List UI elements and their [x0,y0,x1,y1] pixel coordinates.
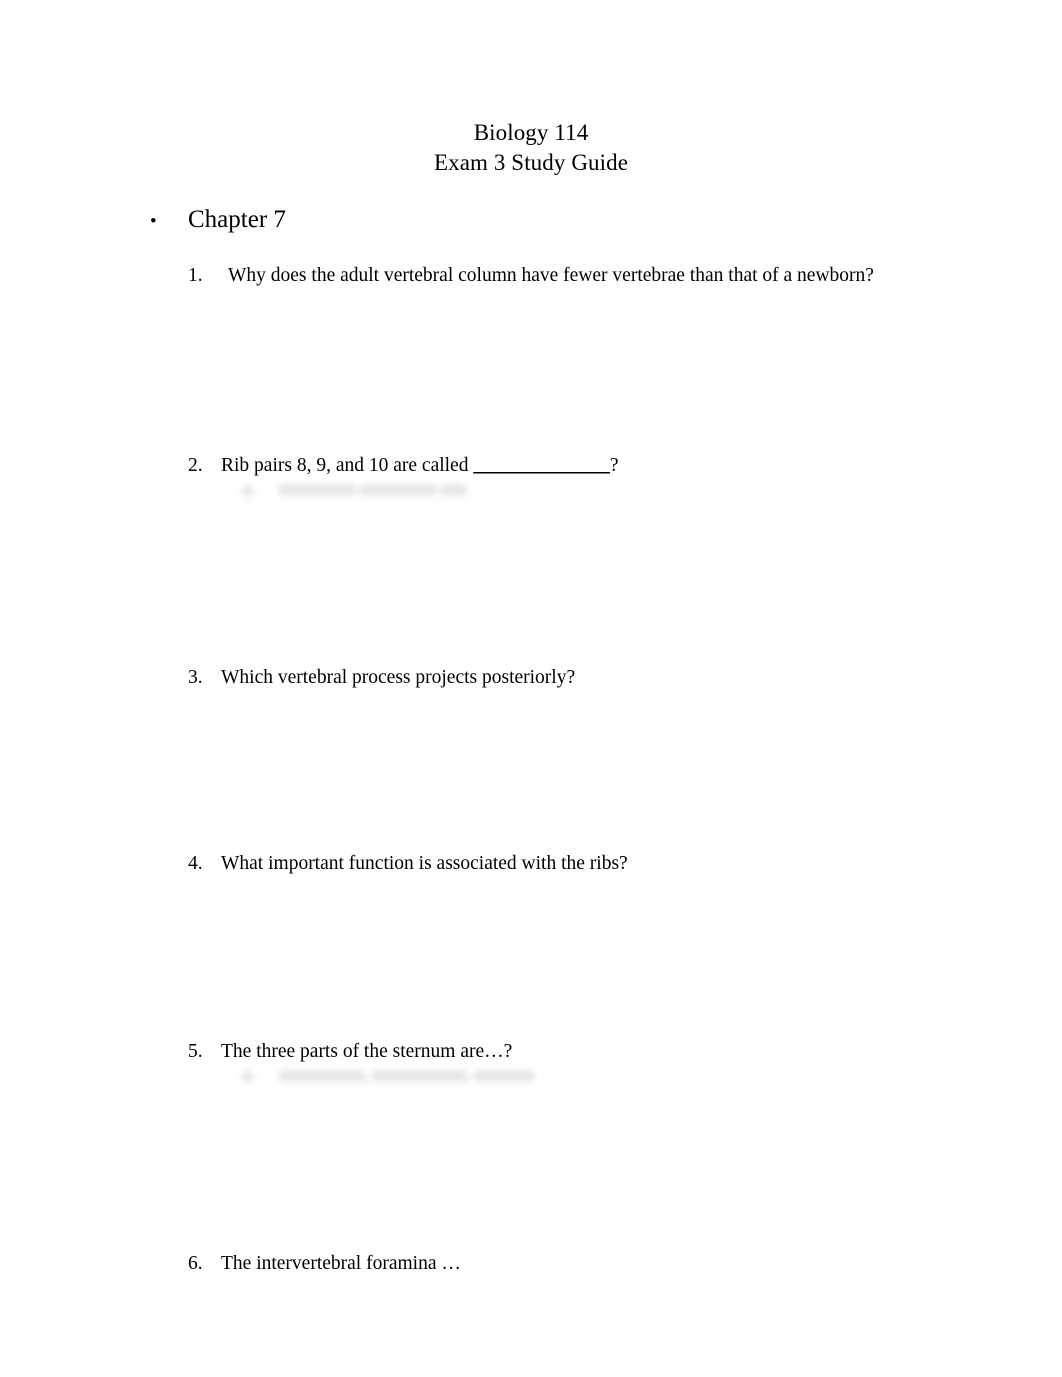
question-text-5: The three parts of the sternum are…? [221,1041,513,1062]
question-text-2-before-blank: Rib pairs 8, 9, and 10 are called [221,455,474,476]
question-text-4: What important function is associated wi… [221,853,628,874]
question-item-1: 1. Why does the adult vertebral column h… [188,263,874,289]
question-item-5: 5. The three parts of the sternum are…? [188,1039,512,1065]
question-item-6: 6. The intervertebral foramina … [188,1251,461,1277]
question-number-1: 1. [188,265,203,286]
question-number-5: 5. [188,1041,203,1062]
question-item-3: 3. Which vertebral process projects post… [188,665,575,691]
fill-in-blank: ______________ [473,455,610,476]
question-number-4: 4. [188,853,203,874]
redacted-text: ———————————— [279,1005,483,1024]
redacted-answer-below-q5: a. xxxxxxxxxx, xxxxxxxxxxx, xxxxxxx [243,1064,534,1086]
chapter-label: Chapter 7 [188,206,286,233]
redacted-answer-above-q2: ———————————————————————— [243,419,687,441]
page-title: Biology 114 Exam 3 Study Guide [0,118,1062,177]
redacted-answer-above-q5: ———————————— [243,1004,483,1026]
question-text-3: Which vertebral process projects posteri… [221,667,576,688]
question-number-3: 3. [188,667,203,688]
bullet-icon: • [150,211,157,232]
question-number-6: 6. [188,1253,203,1274]
redacted-marker: a. [243,1065,255,1084]
question-text-2-after-blank: ? [609,455,619,476]
document-page: Biology 114 Exam 3 Study Guide • Chapter… [0,0,1062,1377]
question-item-4: 4. What important function is associated… [188,851,628,877]
question-text-2: Rib pairs 8, 9, and 10 are called ______… [221,453,619,479]
redacted-marker: a. [243,479,255,498]
question-item-2: 2. Rib pairs 8, 9, and 10 are called ___… [188,453,619,479]
redacted-text: ———————————————————————— [279,420,687,439]
redacted-text: xxxxxxxxx xxxxxxxxx xxx [279,479,466,498]
redacted-answer-below-q2: a. xxxxxxxxx xxxxxxxxx xxx [243,478,466,500]
question-number-2: 2. [188,455,203,476]
question-text-1: Why does the adult vertebral column have… [228,265,874,286]
chapter-bullet-item: • Chapter 7 [150,205,286,237]
redacted-text: xxxxxxxxxx, xxxxxxxxxxx, xxxxxxx [279,1065,534,1084]
title-line-2: Exam 3 Study Guide [433,149,629,175]
title-line-1: Biology 114 [473,120,589,145]
question-text-6: The intervertebral foramina … [221,1253,461,1274]
